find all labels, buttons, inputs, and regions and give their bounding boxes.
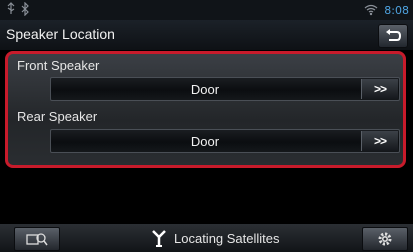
rear-speaker-label: Rear Speaker: [17, 109, 98, 124]
settings-gear-icon: [378, 232, 392, 246]
speaker-settings-panel: Front Speaker Door >> Rear Speaker Door …: [5, 51, 406, 168]
back-arrow-icon: [386, 29, 401, 41]
front-speaker-label: Front Speaker: [17, 58, 100, 73]
page-title: Speaker Location: [6, 26, 115, 42]
rear-speaker-selector[interactable]: Door >>: [50, 129, 400, 153]
status-icons-left: [6, 2, 30, 18]
front-speaker-next-button[interactable]: >>: [361, 79, 398, 99]
status-bar: 8:08: [0, 0, 413, 20]
bluetooth-icon: [21, 2, 29, 16]
gps-status: Locating Satellites: [150, 229, 280, 247]
rear-speaker-next-button[interactable]: >>: [361, 131, 398, 151]
footer-bar: Locating Satellites: [0, 224, 413, 252]
screen-adjust-button[interactable]: [14, 227, 60, 251]
clock: 8:08: [384, 3, 409, 17]
title-bar: Speaker Location: [0, 20, 413, 50]
status-icons-right: 8:08: [364, 2, 409, 18]
settings-button[interactable]: [362, 227, 408, 251]
wifi-signal-icon: [364, 4, 378, 16]
gps-antenna-icon: [152, 230, 166, 247]
screen-adjust-icon: [26, 233, 48, 246]
back-button[interactable]: [378, 24, 408, 48]
front-speaker-value: Door: [190, 82, 220, 97]
rear-speaker-value: Door: [190, 134, 220, 149]
gps-status-text: Locating Satellites: [174, 230, 280, 246]
usb-icon: [7, 2, 15, 14]
front-speaker-selector[interactable]: Door >>: [50, 77, 400, 101]
